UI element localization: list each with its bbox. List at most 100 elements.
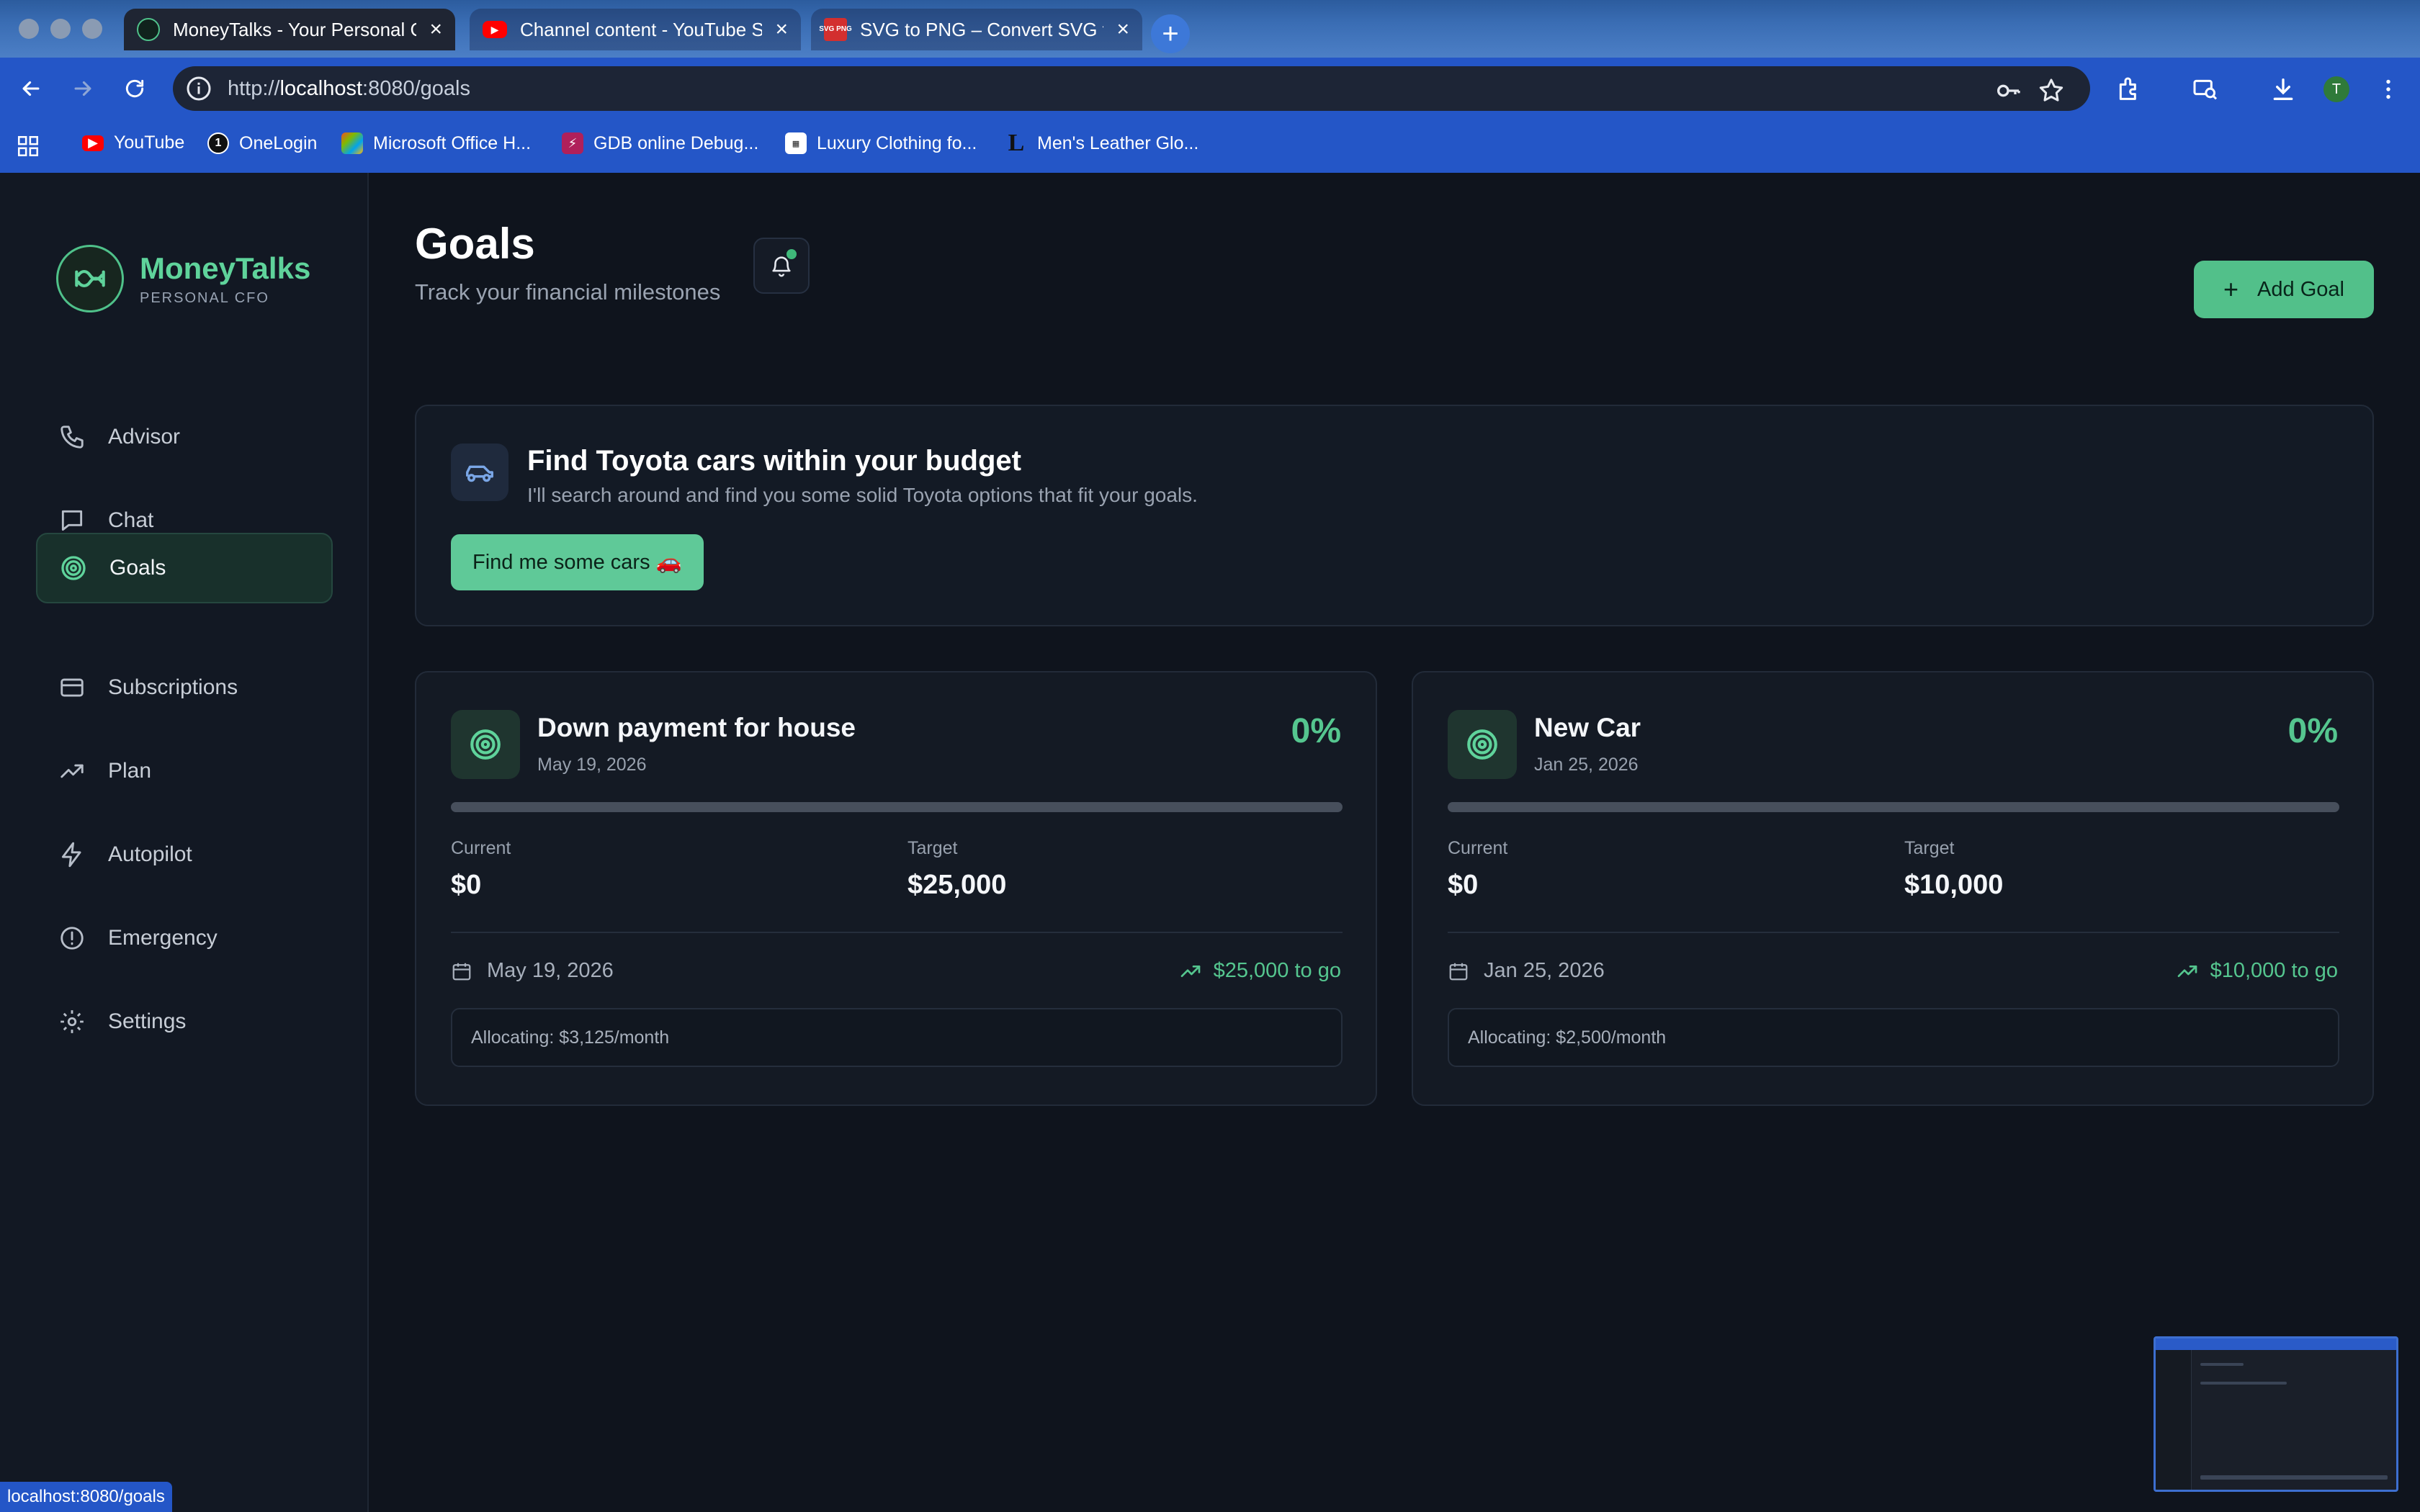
pip-sidebar — [2156, 1350, 2192, 1490]
trending-up-icon — [1180, 965, 1200, 977]
target-icon — [1448, 710, 1517, 779]
divider — [1448, 932, 2339, 933]
site-info-icon[interactable] — [186, 76, 212, 102]
page-subtitle: Track your financial milestones — [415, 279, 721, 305]
page-title: Goals — [415, 220, 535, 268]
trending-up-icon — [2177, 965, 2197, 977]
current-value: $0 — [1448, 870, 1479, 900]
goal-percent: 0% — [1291, 712, 1341, 750]
notifications-button[interactable] — [753, 238, 810, 294]
app-root: MoneyTalks PERSONAL CFO Advisor Chat Goa… — [0, 173, 2420, 1512]
download-icon[interactable] — [2269, 75, 2298, 104]
url-text: http://localhost:8080/goals — [228, 76, 470, 100]
brand-name: MoneyTalks — [140, 251, 311, 285]
pip-line — [2200, 1363, 2244, 1366]
tab-title: Channel content - YouTube St — [520, 18, 763, 40]
bookmark-microsoft-office[interactable]: Microsoft Office H... — [341, 132, 531, 154]
youtube-icon: ▶ — [82, 135, 104, 151]
reload-button[interactable] — [117, 71, 153, 107]
sidebar-item-advisor[interactable]: Advisor — [36, 402, 333, 472]
brand-subtitle: PERSONAL CFO — [140, 289, 269, 306]
target-label: Target — [1904, 838, 1955, 858]
brand[interactable]: MoneyTalks PERSONAL CFO — [56, 245, 310, 312]
gear-icon — [58, 1007, 86, 1036]
bookmarks-bar: ▶ YouTube 1 OneLogin Microsoft Office H.… — [0, 120, 2420, 173]
leather-gloves-icon: L — [1008, 130, 1025, 156]
svg-png-favicon-icon: SVG PNG — [819, 18, 852, 41]
sidebar: MoneyTalks PERSONAL CFO Advisor Chat Goa… — [0, 173, 369, 1512]
goal-allocation: Allocating: $2,500/month — [1448, 1008, 2339, 1067]
gdb-icon: ⚡ — [562, 132, 583, 154]
extensions-icon[interactable] — [2115, 75, 2143, 104]
profile-avatar[interactable]: T — [2323, 76, 2349, 102]
bookmark-leather-gloves[interactable]: L Men's Leather Glo... — [1005, 130, 1199, 156]
target-value: $25,000 — [908, 870, 1007, 900]
sidebar-item-settings[interactable]: Settings — [36, 986, 333, 1057]
current-label: Current — [1448, 838, 1508, 858]
media-search-icon[interactable] — [2191, 75, 2220, 104]
bookmark-gdb-online[interactable]: ⚡ GDB online Debug... — [562, 132, 758, 154]
picture-in-picture-preview[interactable] — [2154, 1336, 2398, 1492]
trending-up-icon — [58, 757, 86, 786]
goal-allocation: Allocating: $3,125/month — [451, 1008, 1343, 1067]
current-label: Current — [451, 838, 511, 858]
tab-moneytalks[interactable]: MoneyTalks - Your Personal C × — [124, 9, 455, 50]
moneytalks-favicon-icon — [137, 18, 160, 41]
forward-button[interactable] — [65, 71, 101, 107]
promo-title: Find Toyota cars within your budget — [527, 445, 1021, 477]
bookmark-onelogin[interactable]: 1 OneLogin — [207, 132, 317, 154]
goal-due-date: Jan 25, 2026 — [1534, 755, 1639, 775]
add-goal-button[interactable]: + Add Goal — [2194, 261, 2374, 318]
target-icon — [59, 554, 88, 582]
goal-progress-bar — [1448, 802, 2339, 812]
browser-tabstrip: MoneyTalks - Your Personal C × ▶ Channel… — [0, 0, 2420, 58]
target-value: $10,000 — [1904, 870, 2004, 900]
moneytalks-logo-icon — [56, 245, 124, 312]
goal-card[interactable]: New Car Jan 25, 2026 0% Current $0 Targe… — [1412, 671, 2374, 1106]
tab-close-icon[interactable]: × — [775, 17, 788, 42]
luxury-clothing-icon: ▦ — [785, 132, 807, 154]
apps-grid-icon[interactable] — [16, 134, 40, 158]
goal-remaining: $10,000 to go — [2176, 959, 2338, 983]
current-value: $0 — [451, 870, 482, 900]
address-bar[interactable]: http://localhost:8080/goals — [173, 66, 2090, 111]
tab-close-icon[interactable]: × — [429, 17, 442, 42]
tab-title: SVG to PNG – Convert SVG fi — [860, 18, 1104, 40]
goal-remaining: $25,000 to go — [1179, 959, 1341, 983]
tab-close-icon[interactable]: × — [1116, 17, 1129, 42]
goal-name: New Car — [1534, 713, 1641, 742]
password-key-icon[interactable] — [1994, 76, 2022, 105]
bookmark-youtube[interactable]: ▶ YouTube — [82, 132, 184, 153]
pip-titlebar — [2156, 1338, 2396, 1350]
bookmark-star-icon[interactable] — [2037, 76, 2066, 105]
find-cars-button[interactable]: Find me some cars 🚗 — [451, 534, 704, 590]
target-label: Target — [908, 838, 958, 858]
target-icon — [451, 710, 520, 779]
plus-icon: + — [2223, 274, 2239, 304]
pip-line — [2200, 1475, 2388, 1480]
sidebar-item-goals[interactable]: Goals — [36, 533, 333, 603]
sidebar-item-plan[interactable]: Plan — [36, 736, 333, 806]
sidebar-item-subscriptions[interactable]: Subscriptions — [36, 652, 333, 723]
goal-date-row: Jan 25, 2026 — [1448, 959, 1605, 983]
tab-youtube-studio[interactable]: ▶ Channel content - YouTube St × — [470, 9, 801, 50]
goal-card[interactable]: Down payment for house May 19, 2026 0% C… — [415, 671, 1377, 1106]
bookmark-luxury-clothing[interactable]: ▦ Luxury Clothing fo... — [785, 132, 977, 154]
goal-progress-bar — [451, 802, 1343, 812]
window-minimize-dot[interactable] — [50, 19, 71, 39]
browser-toolbar: http://localhost:8080/goals T — [0, 58, 2420, 120]
window-close-dot[interactable] — [19, 19, 39, 39]
tab-svg-to-png[interactable]: SVG PNG SVG to PNG – Convert SVG fi × — [811, 9, 1142, 50]
credit-card-icon — [58, 673, 86, 702]
more-menu-icon[interactable] — [2375, 76, 2401, 102]
link-status-bar: localhost:8080/goals — [0, 1482, 172, 1512]
lightning-icon — [58, 840, 86, 869]
window-zoom-dot[interactable] — [82, 19, 102, 39]
sidebar-item-emergency[interactable]: Emergency — [36, 903, 333, 973]
onelogin-icon: 1 — [207, 132, 229, 154]
new-tab-button[interactable]: + — [1151, 14, 1190, 53]
microsoft-office-icon — [341, 132, 363, 154]
alert-circle-icon — [58, 924, 86, 953]
back-button[interactable] — [13, 71, 49, 107]
sidebar-item-autopilot[interactable]: Autopilot — [36, 819, 333, 890]
